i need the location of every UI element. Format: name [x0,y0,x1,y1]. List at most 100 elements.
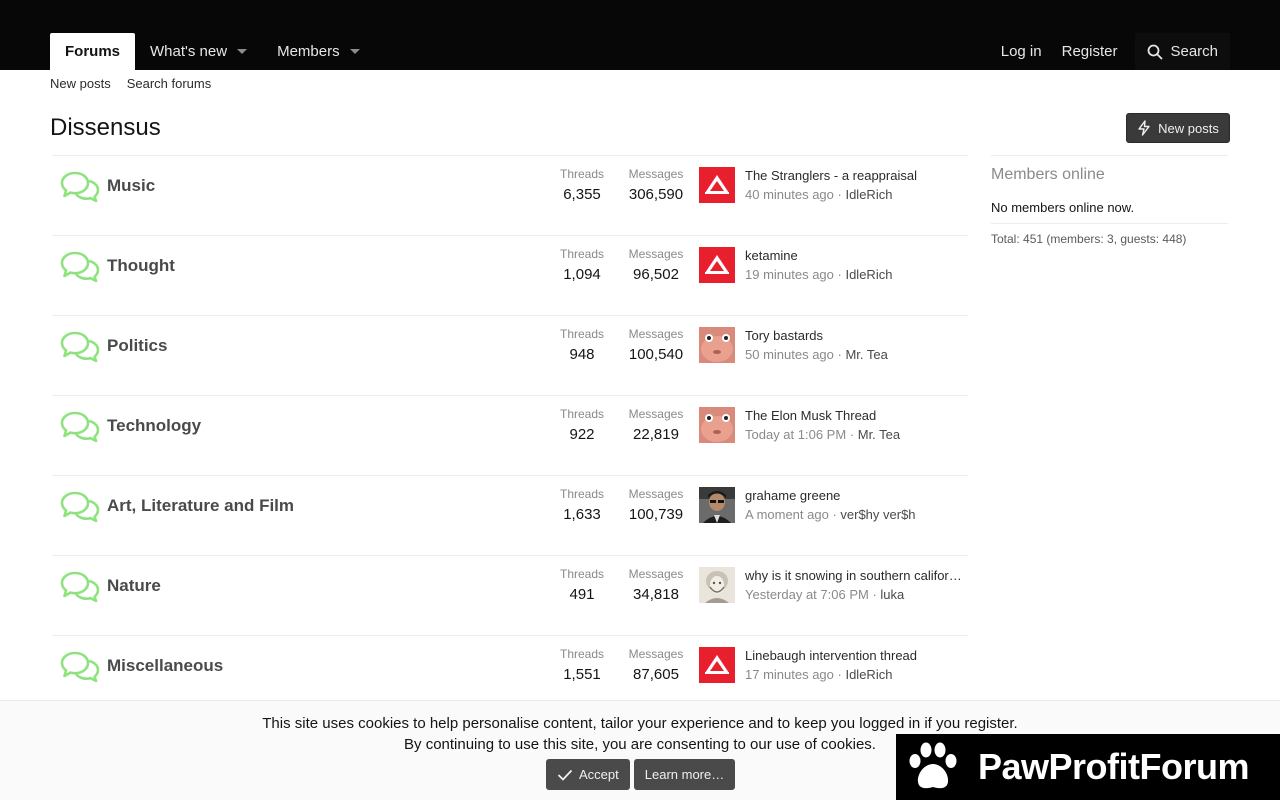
tab-members-label: Members [277,43,340,60]
members-online-status: No members online now. [991,200,1228,224]
latest-time[interactable]: Today at 1:06 PM [745,427,846,442]
login-link[interactable]: Log in [991,33,1052,70]
threads-count: 922 [569,426,595,443]
messages-stat: Messages 100,739 [622,487,690,524]
latest-meta: Today at 1:06 PM · Mr. Tea [745,427,901,442]
latest-time[interactable]: 19 minutes ago [745,267,834,282]
chat-bubbles-icon [60,250,100,283]
avatar[interactable] [699,167,735,203]
threads-stat: Threads 6,355 [550,167,614,204]
watermark-logo: PawProfitForum [896,734,1280,800]
avatar[interactable] [699,567,735,603]
chevron-down-icon[interactable] [349,49,360,54]
threads-stat: Threads 1,633 [550,487,614,524]
latest-thread-link[interactable]: The Elon Musk Thread [745,408,965,424]
tab-members[interactable]: Members [262,33,375,70]
forum-title-link[interactable]: Art, Literature and Film [107,496,294,516]
threads-count: 1,633 [563,506,601,523]
threads-count: 6,355 [563,186,601,203]
forum-title-link[interactable]: Thought [107,256,175,276]
messages-label: Messages [628,487,684,501]
latest-user-link[interactable]: Mr. Tea [845,347,887,362]
chat-bubbles-icon [60,570,100,603]
forum-row: Art, Literature and Film Threads 1,633 Mess… [52,475,968,555]
accept-button[interactable]: Accept [546,759,630,790]
tab-forums[interactable]: Forums [50,33,136,70]
forum-title-link[interactable]: Nature [107,576,161,596]
messages-count: 96,502 [633,266,679,283]
accept-label: Accept [579,767,619,782]
chat-bubbles-icon [60,490,100,523]
messages-count: 34,818 [633,586,679,603]
forum-title-link[interactable]: Music [107,176,155,196]
threads-count: 948 [569,346,595,363]
watermark-text: PawProfitForum [978,746,1250,787]
avatar[interactable] [699,407,735,443]
messages-label: Messages [628,647,684,661]
page-title: Dissensus [50,114,161,141]
latest-thread-link[interactable]: The Stranglers - a reappraisal [745,168,965,184]
latest-thread-link[interactable]: Linebaugh intervention thread [745,648,965,664]
avatar[interactable] [699,647,735,683]
latest-thread-link[interactable]: ketamine [745,248,965,264]
forum-row: Nature Threads 491 Messages 34,818 why is it … [52,555,968,635]
latest-time[interactable]: 17 minutes ago [745,667,834,682]
latest-user-link[interactable]: Mr. Tea [858,427,900,442]
check-icon [557,769,573,781]
latest-meta: Yesterday at 7:06 PM · luka [745,587,905,602]
latest-thread-link[interactable]: why is it snowing in southern california [745,568,965,584]
threads-stat: Threads 491 [550,567,614,604]
threads-label: Threads [559,327,605,341]
messages-count: 22,819 [633,426,679,443]
tab-whats-new[interactable]: What's new [135,33,262,70]
latest-time[interactable]: 50 minutes ago [745,347,834,362]
chat-bubbles-icon [60,330,100,363]
search-forums-link[interactable]: Search forums [127,76,212,91]
threads-count: 1,551 [563,666,601,683]
latest-user-link[interactable]: IdleRich [845,267,892,282]
latest-thread-link[interactable]: Tory bastards [745,328,965,344]
members-online-title[interactable]: Members online [991,166,1228,184]
avatar[interactable] [699,487,735,523]
search-label: Search [1170,43,1218,60]
forum-title-link[interactable]: Technology [107,416,201,436]
latest-user-link[interactable]: luka [880,587,904,602]
threads-stat: Threads 1,551 [550,647,614,684]
register-link[interactable]: Register [1052,33,1128,70]
messages-count: 100,540 [628,346,684,363]
paw-icon [909,742,957,789]
messages-label: Messages [628,407,684,421]
messages-stat: Messages 87,605 [622,647,690,684]
latest-user-link[interactable]: ver$hy ver$h [840,507,915,522]
latest-meta: 19 minutes ago · IdleRich [745,267,893,282]
learn-more-button[interactable]: Learn more… [633,759,736,790]
messages-count: 100,739 [628,506,684,523]
new-posts-button[interactable]: New posts [1126,113,1230,143]
chat-bubbles-icon [60,410,100,443]
threads-stat: Threads 1,094 [550,247,614,284]
chevron-down-icon[interactable] [237,49,248,54]
forum-row: Music Threads 6,355 Messages 306,590 The Stra… [52,155,968,235]
latest-meta: 50 minutes ago · Mr. Tea [745,347,888,362]
forum-row: Thought Threads 1,094 Messages 96,502 ketamin… [52,235,968,315]
latest-post: Tory bastards 50 minutes ago · Mr. Tea [745,328,965,363]
avatar[interactable] [699,327,735,363]
messages-label: Messages [628,247,684,261]
latest-user-link[interactable]: IdleRich [845,667,892,682]
tab-whats-new-label: What's new [150,43,228,60]
search-icon [1148,44,1163,59]
forum-row: Politics Threads 948 Messages 100,540 Tory ba… [52,315,968,395]
latest-thread-link[interactable]: grahame greene [745,488,965,504]
forum-title-link[interactable]: Politics [107,336,167,356]
latest-time[interactable]: Yesterday at 7:06 PM [745,587,869,602]
latest-user-link[interactable]: IdleRich [845,187,892,202]
latest-time[interactable]: 40 minutes ago [745,187,834,202]
tab-forums-label: Forums [65,43,121,60]
search-button[interactable]: Search [1135,33,1230,70]
latest-time[interactable]: A moment ago [745,507,829,522]
forum-title-link[interactable]: Miscellaneous [107,656,223,676]
top-header: Forums What's new Members Log in Registe… [0,0,1280,70]
avatar[interactable] [699,247,735,283]
threads-label: Threads [559,407,605,421]
new-posts-link[interactable]: New posts [50,76,111,91]
